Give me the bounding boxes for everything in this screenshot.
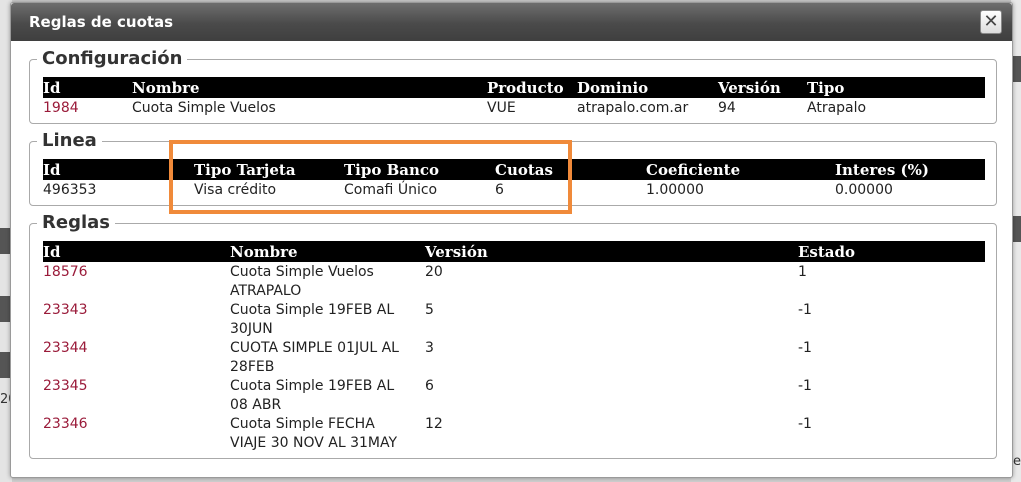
linea-legend: Linea [37, 130, 102, 151]
header-nombre: Nombre [132, 79, 200, 97]
config-tipo: Atrapalo [807, 100, 867, 116]
regla-version: 20 [425, 264, 443, 280]
header-id: Id [43, 79, 61, 97]
highlight-annotation-box [169, 140, 572, 214]
reglas-de-cuotas-dialog: Reglas de cuotas ✕ Configuración Id Nomb… [10, 2, 1013, 478]
config-producto: VUE [487, 100, 516, 116]
close-button[interactable]: ✕ [980, 10, 1002, 34]
header-id: Id [43, 161, 61, 179]
header-version: Versión [425, 243, 488, 261]
header-producto: Producto [487, 79, 564, 97]
regla-estado: 1 [798, 264, 807, 280]
reglas-legend: Reglas [37, 212, 115, 233]
configuracion-section: Configuración Id Nombre Producto Dominio… [29, 48, 997, 124]
header-version: Versión [718, 79, 781, 97]
regla-estado: -1 [798, 416, 812, 432]
linea-interes: 0.00000 [835, 182, 893, 198]
dialog-titlebar: Reglas de cuotas ✕ [11, 3, 1012, 41]
regla-id-link[interactable]: 23345 [43, 377, 88, 396]
dialog-title: Reglas de cuotas [29, 13, 174, 31]
regla-estado: -1 [798, 378, 812, 394]
regla-nombre: Cuota Simple 19FEB AL [230, 302, 395, 318]
configuracion-legend: Configuración [37, 48, 188, 69]
header-coeficiente: Coeficiente [646, 161, 741, 179]
config-dominio: atrapalo.com.ar [577, 100, 689, 116]
regla-nombre: Cuota Simple FECHA [230, 416, 375, 432]
regla-version: 12 [425, 416, 443, 432]
regla-id-link[interactable]: 18576 [43, 263, 88, 282]
regla-nombre: Cuota Simple Vuelos [230, 264, 374, 280]
reglas-section: Reglas Id Nombre Versión Estado 18576 Cu… [29, 212, 997, 459]
config-nombre: Cuota Simple Vuelos [132, 100, 276, 116]
regla-nombre-continued: 08 ABR [230, 397, 282, 413]
regla-id-link[interactable]: 23346 [43, 415, 88, 434]
header-tipo: Tipo [807, 79, 845, 97]
background-text: e [1013, 454, 1021, 469]
close-icon: ✕ [983, 11, 999, 32]
regla-id-link[interactable]: 23344 [43, 339, 88, 358]
regla-nombre-continued: 30JUN [230, 321, 273, 337]
regla-id-link[interactable]: 23343 [43, 301, 88, 320]
reglas-header-row: Id Nombre Versión Estado [43, 241, 985, 262]
header-nombre: Nombre [230, 243, 298, 261]
regla-nombre-continued: 28FEB [230, 359, 275, 375]
header-id: Id [43, 243, 61, 261]
regla-nombre: CUOTA SIMPLE 01JUL AL [230, 340, 399, 356]
configuracion-header-row: Id Nombre Producto Dominio Versión Tipo [43, 77, 985, 98]
regla-estado: -1 [798, 302, 812, 318]
regla-version: 5 [425, 302, 434, 318]
header-dominio: Dominio [577, 79, 649, 97]
header-interes: Interes (%) [835, 161, 929, 179]
regla-nombre: Cuota Simple 19FEB AL [230, 378, 395, 394]
regla-nombre-continued: ATRAPALO [230, 283, 302, 299]
regla-nombre-continued: VIAJE 30 NOV AL 31MAY [230, 435, 398, 451]
config-id-link[interactable]: 1984 [43, 99, 79, 118]
header-estado: Estado [798, 243, 856, 261]
regla-estado: -1 [798, 340, 812, 356]
linea-coeficiente: 1.00000 [646, 182, 704, 198]
linea-id: 496353 [43, 182, 97, 198]
config-version: 94 [718, 100, 736, 116]
regla-version: 3 [425, 340, 434, 356]
regla-version: 6 [425, 378, 434, 394]
